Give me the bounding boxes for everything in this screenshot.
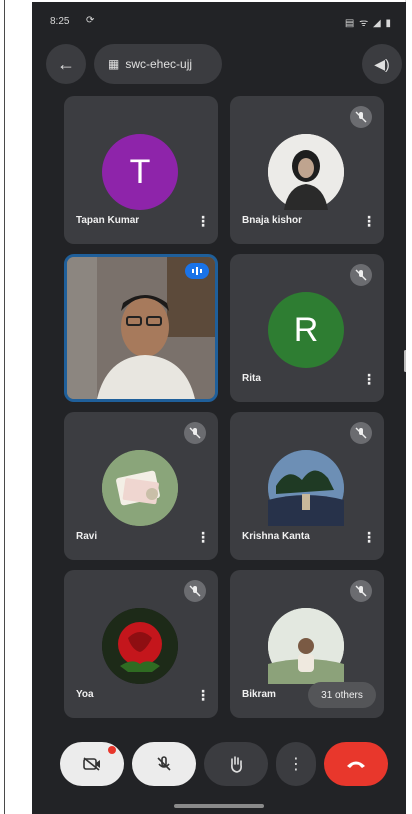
avatar: T (102, 134, 178, 210)
audio-output-button[interactable]: ◀) (362, 44, 402, 84)
scrollbar[interactable] (404, 350, 406, 372)
avatar (268, 450, 344, 526)
end-call-button[interactable] (324, 742, 388, 786)
mic-off-icon (350, 422, 372, 444)
participant-video-tile[interactable] (64, 254, 218, 402)
call-controls-bar: ⋮ (32, 730, 406, 800)
more-options-icon[interactable]: ⋮ (196, 212, 210, 230)
participant-name: Krishna Kanta (242, 531, 310, 542)
meeting-top-bar: ← ▦ swc-ehec-ujj ◀) (32, 44, 406, 88)
participant-tile[interactable]: T Tapan Kumar ⋮ (64, 96, 218, 244)
participant-name: Bikram (242, 689, 276, 700)
mic-off-icon (350, 106, 372, 128)
calendar-icon: ▦ (108, 57, 120, 71)
avatar-initial: T (129, 152, 151, 191)
participant-name: Ravi (76, 531, 98, 542)
raise-hand-button[interactable] (204, 742, 268, 786)
more-options-icon[interactable]: ⋮ (196, 686, 210, 704)
back-button[interactable]: ← (46, 44, 86, 84)
others-chip[interactable]: 31 others (308, 682, 376, 708)
participant-name: Yoa (76, 689, 94, 700)
status-bar: 8:25 ⟳ ▤ ᯤ ◢ ▮ (32, 2, 406, 38)
avatar (102, 450, 178, 526)
end-call-icon (347, 761, 365, 768)
more-options-icon[interactable]: ⋮ (362, 528, 376, 546)
mic-off-icon (350, 580, 372, 602)
others-count: 31 others (321, 689, 363, 701)
status-time: 8:25 (50, 16, 70, 27)
avatar (268, 134, 344, 210)
participant-name: Bnaja kishor (242, 215, 303, 226)
sync-icon: ⟳ (86, 15, 95, 26)
meeting-screen: 8:25 ⟳ ▤ ᯤ ◢ ▮ ← ▦ swc-ehec-ujj ◀) T Tap… (32, 2, 406, 814)
participant-tile[interactable]: Krishna Kanta ⋮ (230, 412, 384, 560)
avatar (102, 608, 178, 684)
speaking-indicator-icon (185, 263, 209, 279)
home-indicator[interactable] (174, 804, 264, 808)
participant-name: Rita (242, 373, 261, 384)
participant-tile[interactable]: Yoa ⋮ (64, 570, 218, 718)
back-arrow-icon: ← (57, 53, 75, 74)
more-options-icon[interactable]: ⋮ (362, 212, 376, 230)
mic-toggle-button[interactable] (132, 742, 196, 786)
more-options-icon[interactable]: ⋮ (362, 370, 376, 388)
mic-off-icon (184, 580, 206, 602)
frame-border-left (4, 0, 5, 814)
mic-off-icon (350, 264, 372, 286)
meeting-info-chip[interactable]: ▦ swc-ehec-ujj (94, 44, 222, 84)
mic-off-icon (157, 756, 171, 771)
participant-tile[interactable]: Bikram 31 others (230, 570, 384, 718)
camera-off-icon (83, 757, 100, 771)
speaker-icon: ◀) (374, 55, 390, 72)
status-system-icons: ▤ ᯤ ◢ ▮ (344, 18, 392, 29)
meeting-code: swc-ehec-ujj (125, 57, 193, 71)
avatar (268, 608, 344, 684)
participant-tile[interactable]: Ravi ⋮ (64, 412, 218, 560)
more-vert-icon: ⋮ (288, 756, 304, 773)
avatar-initial: R (293, 310, 319, 349)
avatar: R (268, 292, 344, 368)
participant-name: Tapan Kumar (76, 215, 140, 226)
camera-toggle-button[interactable] (60, 742, 124, 786)
notification-dot (108, 746, 116, 754)
more-options-icon[interactable]: ⋮ (196, 528, 210, 546)
participant-tile[interactable]: Bnaja kishor ⋮ (230, 96, 384, 244)
more-options-button[interactable]: ⋮ (276, 742, 316, 786)
mic-off-icon (184, 422, 206, 444)
participant-tile[interactable]: R Rita ⋮ (230, 254, 384, 402)
hand-icon (231, 756, 242, 773)
